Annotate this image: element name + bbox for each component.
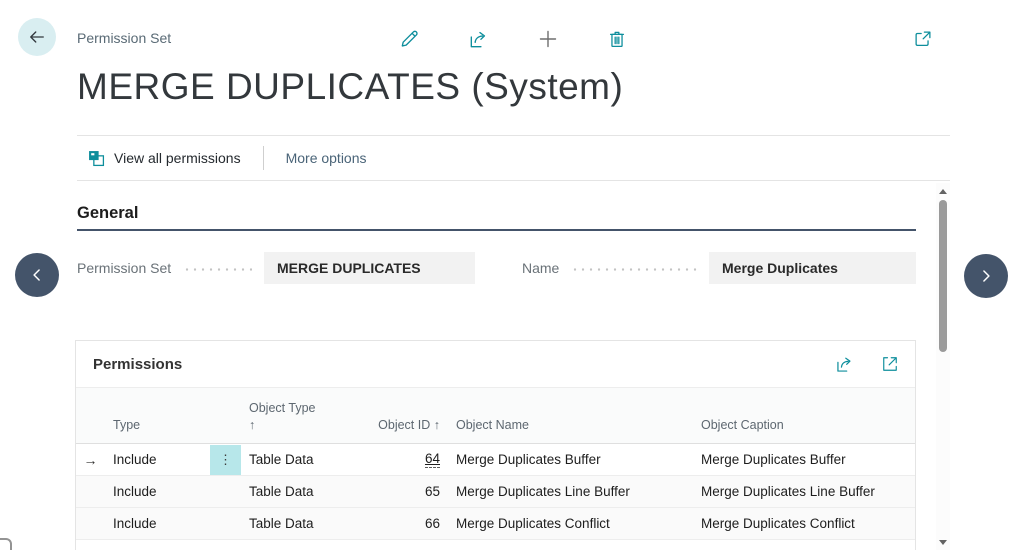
active-row-marker: →: [76, 444, 105, 475]
permissions-table-header: Type Object Type ↑ Object ID ↑ Object Na…: [76, 387, 915, 444]
new-plus-icon: [536, 27, 560, 51]
cell-object-type[interactable]: Table Data: [241, 476, 366, 507]
page-title: MERGE DUPLICATES (System): [77, 66, 623, 108]
page-context-label: Permission Set: [77, 30, 171, 46]
cell-type[interactable]: Include: [105, 508, 241, 539]
cell-type[interactable]: Include: [105, 476, 241, 507]
delete-trash-icon: [606, 28, 628, 50]
open-in-new-window-icon: [912, 28, 934, 50]
scrollbar-up-arrow-icon[interactable]: [939, 189, 947, 194]
command-bar-divider: [263, 146, 264, 170]
scrollbar-thumb[interactable]: [939, 200, 947, 352]
sort-ascending-arrow: ↑: [249, 417, 358, 434]
row-menu-dots-icon[interactable]: ⋮: [210, 445, 241, 475]
permission-set-page: Permission Set: [0, 0, 1024, 550]
general-section-rule: [77, 229, 916, 231]
permissions-card: Permissions: [75, 340, 916, 550]
open-in-new-window-button[interactable]: [910, 26, 936, 52]
column-header-object-caption[interactable]: Object Caption: [693, 417, 915, 443]
column-header-object-name[interactable]: Object Name: [448, 417, 693, 443]
permissions-card-header: Permissions: [76, 341, 915, 387]
dotted-leader: [571, 268, 697, 271]
name-field: Name Merge Duplicates: [522, 252, 916, 284]
permission-set-field-value[interactable]: MERGE DUPLICATES: [264, 252, 475, 284]
permission-set-field: Permission Set MERGE DUPLICATES: [77, 252, 475, 284]
cell-object-caption[interactable]: Merge Duplicates Conflict: [693, 508, 915, 539]
row-marker: [76, 508, 105, 539]
edit-button[interactable]: [396, 26, 422, 52]
dotted-leader: [183, 268, 252, 271]
previous-record-button[interactable]: [15, 253, 59, 297]
cell-object-id[interactable]: 64: [366, 444, 448, 475]
window-corner-decoration: [0, 538, 12, 550]
row-marker: [76, 476, 105, 507]
expand-permissions-button[interactable]: [879, 353, 901, 375]
scrollbar-down-arrow-icon[interactable]: [939, 540, 947, 545]
share-permissions-button[interactable]: [833, 353, 855, 375]
column-header-object-id[interactable]: Object ID ↑: [366, 417, 448, 443]
sort-ascending-arrow: ↑: [434, 418, 440, 432]
general-section-header[interactable]: General: [77, 204, 138, 223]
column-header-object-type[interactable]: Object Type ↑: [241, 400, 366, 443]
view-all-permissions-label: View all permissions: [114, 150, 241, 166]
cell-object-type[interactable]: Table Data: [241, 444, 366, 475]
command-bar: View all permissions More options: [77, 135, 950, 181]
cell-object-name[interactable]: Merge Duplicates Line Buffer: [448, 476, 693, 507]
permissions-card-title: Permissions: [93, 356, 833, 373]
table-row[interactable]: Include Table Data 65 Merge Duplicates L…: [76, 476, 915, 508]
cell-type[interactable]: Include ⋮: [105, 444, 241, 475]
back-button[interactable]: [18, 18, 56, 56]
next-record-button[interactable]: [964, 254, 1008, 298]
vertical-scrollbar[interactable]: [936, 183, 950, 550]
cell-object-name[interactable]: Merge Duplicates Conflict: [448, 508, 693, 539]
view-all-permissions-button[interactable]: View all permissions: [88, 150, 241, 167]
permission-set-field-label: Permission Set: [77, 260, 171, 276]
name-field-value[interactable]: Merge Duplicates: [709, 252, 916, 284]
next-record-icon: [976, 266, 996, 286]
table-row[interactable]: Include Table Data 66 Merge Duplicates C…: [76, 508, 915, 540]
row-marker-column-header: [76, 434, 105, 443]
share-icon: [467, 28, 490, 51]
back-arrow-icon: [27, 27, 47, 47]
cell-object-id[interactable]: 66: [366, 508, 448, 539]
cell-object-caption[interactable]: Merge Duplicates Buffer: [693, 444, 915, 475]
name-field-label: Name: [522, 260, 559, 276]
delete-button[interactable]: [604, 26, 630, 52]
object-id-drilldown-link[interactable]: 64: [425, 451, 440, 469]
cell-object-id[interactable]: 65: [366, 476, 448, 507]
share-icon: [834, 354, 855, 375]
view-permissions-icon: [88, 150, 105, 167]
new-button[interactable]: [535, 26, 561, 52]
prev-record-icon: [27, 265, 47, 285]
cell-object-type[interactable]: Table Data: [241, 508, 366, 539]
more-options-button[interactable]: More options: [286, 150, 367, 166]
share-button[interactable]: [465, 26, 491, 52]
cell-object-name[interactable]: Merge Duplicates Buffer: [448, 444, 693, 475]
cell-object-caption[interactable]: Merge Duplicates Line Buffer: [693, 476, 915, 507]
column-header-type[interactable]: Type: [105, 417, 241, 443]
table-row[interactable]: → Include ⋮ Table Data 64 Merge Duplicat…: [76, 444, 915, 476]
expand-icon: [880, 354, 900, 374]
edit-pencil-icon: [398, 28, 421, 51]
